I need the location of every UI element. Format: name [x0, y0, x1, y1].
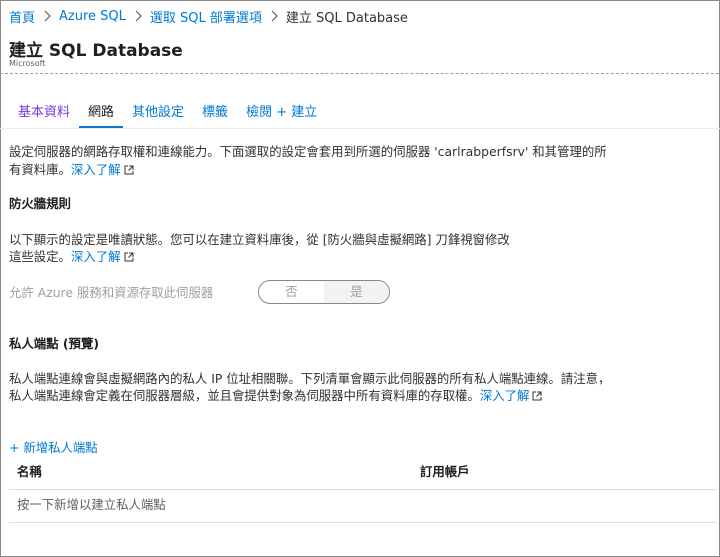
learn-more-link[interactable]: 深入了解 — [71, 162, 121, 177]
external-link-icon — [124, 252, 134, 262]
breadcrumb: 首頁 Azure SQL 選取 SQL 部署選項 建立 SQL Database — [9, 7, 408, 26]
firewall-line-1: 以下顯示的設定是唯讀狀態。您可以在建立資料庫後，從 [防火牆與虛擬網路] 刀鋒視… — [9, 232, 510, 247]
private-endpoint-heading: 私人端點 (預覽) — [9, 336, 99, 351]
chevron-right-icon — [135, 10, 142, 22]
intro-line-1: 設定伺服器的網路存取權和連線能力。下面選取的設定會套用到所選的伺服器 'carl… — [9, 144, 607, 159]
private-endpoint-line-2: 私人端點連線會定義在伺服器層級，並且會提供對象為伺服器中所有資料庫的存取權。深入… — [9, 387, 542, 405]
learn-more-link[interactable]: 深入了解 — [480, 388, 530, 403]
page-title: 建立 SQL Database — [9, 41, 183, 61]
tab-basics[interactable]: 基本資料 — [9, 103, 79, 126]
tab-tags[interactable]: 標籤 — [193, 103, 237, 126]
learn-more-link[interactable]: 深入了解 — [71, 249, 121, 264]
tab-additional-settings[interactable]: 其他設定 — [123, 103, 193, 126]
allow-azure-services-label: 允許 Azure 服務和資源存取此伺服器 — [9, 285, 214, 300]
page-subtitle: Microsoft — [9, 59, 46, 68]
table-empty-message: 按一下新增以建立私人端點 — [17, 497, 166, 512]
toggle-option-yes[interactable]: 是 — [324, 281, 389, 303]
private-endpoint-line-1: 私人端點連線會與虛擬網路內的私人 IP 位址相關聯。下列清單會顯示此伺服器的所有… — [9, 371, 611, 386]
table-header-divider — [9, 489, 717, 490]
external-link-icon — [124, 165, 134, 175]
firewall-text-2: 這些設定。 — [9, 249, 71, 264]
breadcrumb-current: 建立 SQL Database — [285, 10, 408, 26]
tab-bar: 基本資料 網路 其他設定 標籤 檢閱 + 建立 — [9, 103, 326, 129]
tab-networking[interactable]: 網路 — [79, 103, 124, 128]
table-row-divider — [9, 522, 717, 523]
chevron-right-icon — [271, 10, 278, 22]
breadcrumb-deploy-options[interactable]: 選取 SQL 部署選項 — [150, 7, 262, 26]
header-divider — [0, 73, 719, 74]
allow-azure-services-toggle[interactable]: 否 是 — [258, 280, 390, 304]
toggle-option-no[interactable]: 否 — [259, 281, 324, 303]
chevron-right-icon — [44, 10, 51, 22]
tab-divider — [0, 128, 720, 129]
private-endpoint-text-2: 私人端點連線會定義在伺服器層級，並且會提供對象為伺服器中所有資料庫的存取權。 — [9, 388, 480, 403]
firewall-heading: 防火牆規則 — [9, 196, 71, 211]
add-private-endpoint-link[interactable]: + 新增私人端點 — [9, 438, 98, 456]
window-frame — [0, 0, 720, 557]
column-header-subscription[interactable]: 訂用帳戶 — [420, 462, 470, 480]
firewall-line-2: 這些設定。深入了解 — [9, 248, 134, 266]
intro-line-2: 有資料庫。深入了解 — [9, 161, 134, 179]
external-link-icon — [532, 391, 542, 401]
column-header-name[interactable]: 名稱 — [17, 462, 42, 480]
breadcrumb-azure-sql[interactable]: Azure SQL — [59, 9, 126, 24]
breadcrumb-home[interactable]: 首頁 — [9, 7, 35, 26]
intro-text-2: 有資料庫。 — [9, 162, 71, 177]
tab-review-create[interactable]: 檢閱 + 建立 — [237, 103, 326, 126]
